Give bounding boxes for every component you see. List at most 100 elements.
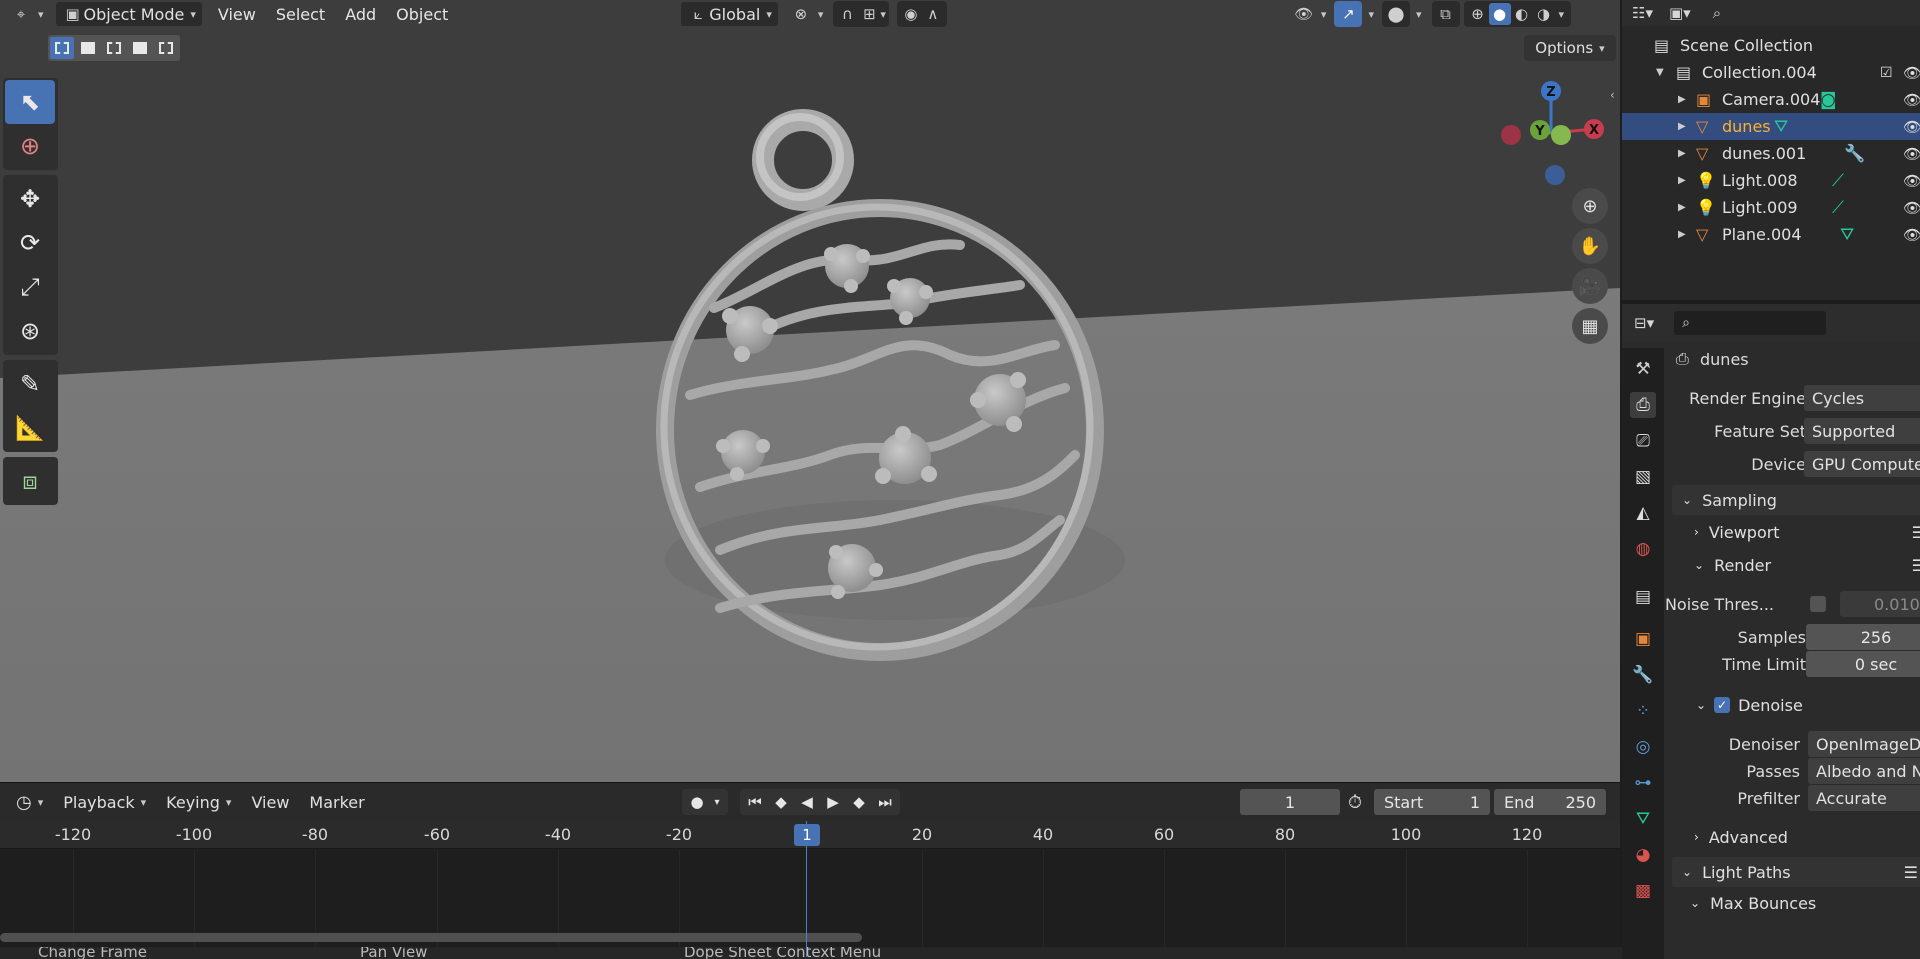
tab-tool[interactable]: ⚒ [1630, 356, 1656, 382]
next-keyframe-icon[interactable]: ◆ [848, 793, 870, 811]
gizmo-toggle[interactable]: ↗ [1334, 1, 1363, 27]
start-frame-field[interactable]: Start 1 [1374, 789, 1490, 815]
eye-icon[interactable]: 👁 [1903, 91, 1920, 109]
end-frame-field[interactable]: End 250 [1494, 789, 1606, 815]
scale-tool[interactable]: ⤢ [5, 265, 55, 309]
eye-icon[interactable]: 👁 [1903, 145, 1920, 163]
select-extend-button[interactable] [76, 37, 100, 59]
tab-view-layer[interactable]: ▧ [1630, 464, 1656, 490]
snap-increment-icon[interactable]: ⊞ [858, 3, 880, 25]
device-dropdown[interactable]: GPU Compute [1804, 451, 1920, 477]
expand-arrow-icon[interactable]: ▶ [1678, 148, 1686, 159]
feature-set-dropdown[interactable]: Supported [1804, 418, 1920, 444]
noise-threshold-checkbox[interactable] [1810, 596, 1826, 612]
select-box-tool[interactable]: ⬉ [5, 80, 55, 124]
outliner-item-dunes-001[interactable]: ▶ ▽ dunes.001 🔧 👁 [1622, 140, 1920, 167]
select-intersect-button[interactable] [154, 37, 178, 59]
modifier-wrench-icon[interactable]: 🔧 [1844, 144, 1865, 164]
camera-data-icon[interactable]: ◙ [1820, 90, 1837, 110]
tab-scene[interactable]: ◭ [1630, 500, 1656, 526]
menu-add[interactable]: Add [335, 5, 386, 24]
editor-type-button[interactable]: ⌖ ▾ [4, 2, 50, 26]
object-mode-dropdown[interactable]: ▣ Object Mode ▾ [55, 2, 202, 26]
measure-tool[interactable]: 📐 [5, 406, 55, 450]
xray-toggle[interactable]: ⧉ [1431, 1, 1460, 27]
expand-arrow-icon[interactable]: ▶ [1678, 202, 1686, 213]
viewport-subpanel-header[interactable]: › Viewport ☰ [1694, 519, 1920, 545]
camera-view-button[interactable]: 🎥 [1572, 268, 1608, 304]
menu-playback[interactable]: Playback ▾ [53, 793, 156, 812]
pivot-point-dropdown[interactable]: ⊗ ▾ [784, 2, 830, 26]
eye-icon[interactable]: 👁 [1903, 226, 1920, 244]
samples-field[interactable]: 256 [1806, 624, 1920, 650]
display-mode-icon[interactable]: ▣▾ [1669, 4, 1691, 22]
navigation-gizmo[interactable]: Z X Y [1490, 76, 1610, 191]
properties-editor[interactable]: ⊟▾ ⌕ ⚒ ⎙ ⎚ ▧ ◭ ◍ ▤ ▣ 🔧 ⁘ ◎ ⊶ ⛛ ◕ ▩ ⎙ dun… [1622, 304, 1920, 959]
denoise-subpanel-header[interactable]: ⌄ ✓ Denoise [1696, 692, 1920, 718]
outliner-item-light-008[interactable]: ▶ 💡 Light.008 ⟋ 👁 [1622, 167, 1920, 194]
snap-magnet-icon[interactable]: ∩ [836, 3, 858, 25]
pan-button[interactable]: ✋ [1572, 228, 1608, 264]
mesh-data-icon[interactable]: ⛛ [1774, 117, 1788, 137]
neg-z-handle[interactable] [1545, 165, 1565, 185]
render-subpanel-header[interactable]: ⌄ Render ☰ [1694, 552, 1920, 578]
expand-arrow-icon[interactable]: ▶ [1678, 94, 1686, 105]
menu-marker[interactable]: Marker [299, 793, 374, 812]
eye-icon[interactable]: 👁 [1903, 118, 1920, 136]
menu-timeline-view[interactable]: View [241, 793, 299, 812]
tab-output[interactable]: ⎚ [1630, 428, 1656, 454]
tab-constraints[interactable]: ⊶ [1630, 770, 1656, 796]
outliner-search-icon[interactable]: ⌕ [1713, 4, 1721, 22]
noise-threshold-field[interactable]: 0.0100 [1840, 591, 1920, 617]
expand-arrow-icon[interactable]: ▶ [1678, 175, 1686, 186]
expand-arrow-icon[interactable]: ▼ [1656, 67, 1664, 78]
denoise-checkbox[interactable]: ✓ [1714, 697, 1731, 713]
menu-view[interactable]: View [208, 5, 266, 24]
current-frame-field[interactable]: 1 [1240, 789, 1340, 815]
outliner-item-camera[interactable]: ▶ ▣ Camera.004 ◙ 👁 [1622, 86, 1920, 113]
sidebar-toggle-icon[interactable]: ‹ [1610, 88, 1615, 102]
properties-editor-icon[interactable]: ⊟▾ [1634, 314, 1654, 332]
expand-arrow-icon[interactable]: ▶ [1678, 121, 1686, 132]
render-engine-dropdown[interactable]: Cycles [1804, 385, 1920, 411]
solid-shading-icon[interactable]: ● [1488, 3, 1511, 25]
3d-viewport[interactable]: ⌖ ▾ ▣ Object Mode ▾ View Select Add Object… [0, 0, 1620, 782]
menu-object[interactable]: Object [386, 5, 458, 24]
rotate-tool[interactable]: ⟳ [5, 221, 55, 265]
zoom-button[interactable]: ⊕ [1572, 188, 1608, 224]
options-dropdown[interactable]: Options ▾ [1524, 35, 1616, 61]
max-bounces-subpanel-header[interactable]: ⌄ Max Bounces [1690, 890, 1920, 916]
timeline-editor-type[interactable]: ◷ ▾ [6, 792, 53, 813]
wireframe-shading-icon[interactable]: ⊕ [1467, 3, 1489, 25]
preset-list-icon[interactable]: ☰ [1912, 556, 1920, 575]
denoiser-dropdown[interactable]: OpenImageDen... [1808, 731, 1920, 757]
tab-texture[interactable]: ▩ [1630, 878, 1656, 904]
auto-keying-toggle[interactable]: ● ▾ [682, 789, 728, 815]
eye-icon[interactable]: 👁 [1903, 172, 1920, 190]
cursor-tool[interactable]: ⊕ [5, 124, 55, 168]
move-tool[interactable]: ✥ [5, 177, 55, 221]
outliner-item-light-009[interactable]: ▶ 💡 Light.009 ⟋ 👁 [1622, 194, 1920, 221]
jump-end-icon[interactable]: ⏭ [874, 793, 896, 811]
outliner[interactable]: ☷▾ ▣▾ ⌕ ▤ Scene Collection ▼ ▤ Collectio… [1622, 0, 1920, 300]
tab-modifiers[interactable]: 🔧 [1630, 662, 1656, 688]
annotate-tool[interactable]: ✎ [5, 362, 55, 406]
rendered-shading-icon[interactable]: ◑ [1533, 3, 1555, 25]
gizmo-dropdown[interactable]: ▾ [1368, 8, 1374, 21]
overlays-dropdown[interactable]: ▾ [1416, 8, 1422, 21]
timeline-scrollbar[interactable] [0, 933, 862, 942]
playhead-frame-label[interactable]: 1 [794, 824, 820, 846]
preset-list-icon[interactable]: ☰ [1904, 863, 1918, 882]
expand-arrow-icon[interactable]: ▶ [1678, 229, 1686, 240]
eye-icon[interactable]: 👁 [1903, 199, 1920, 217]
shading-dropdown[interactable]: ▾ [1559, 8, 1565, 21]
transform-orientation-dropdown[interactable]: ⟀ Global ▾ [681, 2, 778, 26]
tab-physics[interactable]: ◎ [1630, 734, 1656, 760]
collection-row[interactable]: ▼ ▤ Collection.004 ☑ 👁 [1622, 59, 1920, 86]
select-invert-button[interactable] [128, 37, 152, 59]
outliner-editor-icon[interactable]: ☷▾ [1632, 4, 1653, 22]
light-paths-panel-header[interactable]: ⌄ Light Paths ☰ [1672, 857, 1920, 887]
time-limit-field[interactable]: 0 sec [1806, 651, 1920, 677]
tab-data[interactable]: ⛛ [1630, 806, 1656, 832]
select-subtract-button[interactable] [102, 37, 126, 59]
